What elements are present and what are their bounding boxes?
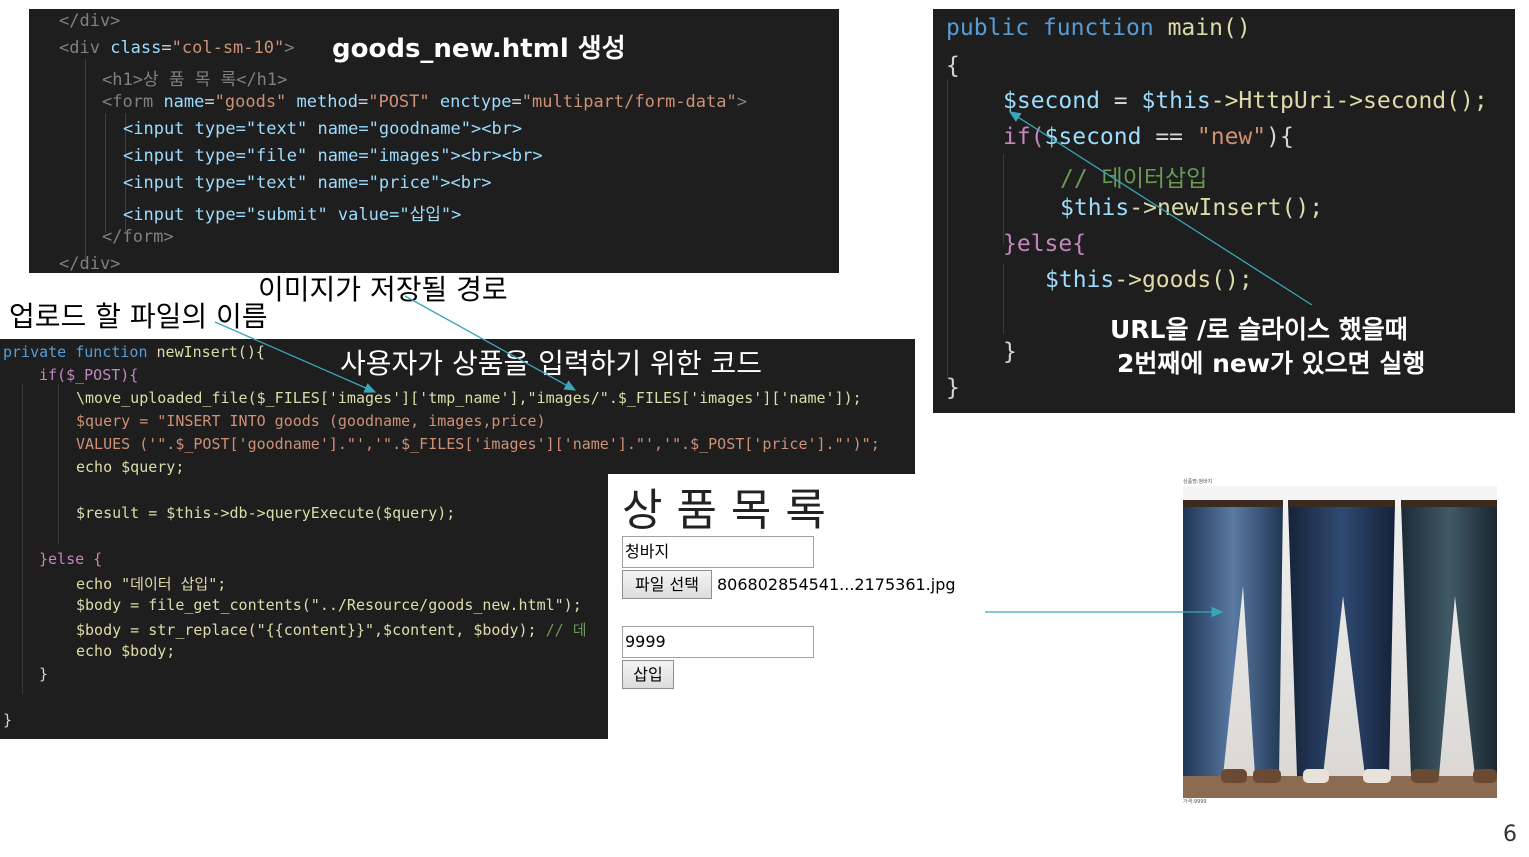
file-select-button[interactable]: 파일 선택 [622, 570, 712, 599]
code-line: </div> [59, 254, 121, 273]
indent-guide [85, 59, 86, 259]
code-token: = [1099, 88, 1142, 114]
main-note-line1: URL을 /로 슬라이스 했을때 [1110, 315, 1408, 344]
selected-file-name: 806802854541...2175361.jpg [717, 575, 956, 594]
form-preview: 상 품 목 록 청바지 파일 선택 806802854541...2175361… [608, 474, 956, 704]
code-token: <div [59, 38, 100, 58]
code-token: ->newInsert(); [1129, 195, 1324, 221]
code-token: public function [946, 15, 1154, 41]
code-line: <input type="file" name="images"><br><br… [123, 146, 543, 166]
submit-button[interactable]: 삽입 [622, 660, 674, 689]
code-line: if($_POST){ [39, 366, 139, 384]
code-line: VALUES ('".$_POST['goodname']."','".$_FI… [76, 435, 880, 453]
code-line: private function newInsert(){ [3, 343, 265, 361]
code-token: == [1141, 124, 1197, 150]
indent-guide [105, 113, 106, 233]
code-line: $this->newInsert(); [1060, 195, 1323, 221]
code-line: <h1>상 품 목 록</h1> [102, 70, 288, 90]
code-token: $this [1141, 88, 1211, 114]
indent-guide [58, 384, 59, 544]
code-token: if( [1003, 124, 1045, 150]
code-token: name [163, 92, 205, 112]
code-token: $this [1060, 195, 1130, 221]
code-line: public function main() [946, 15, 1251, 41]
annotation-image-path: 이미지가 저장될 경로 [258, 273, 508, 306]
code-token: ){ [1266, 124, 1294, 150]
annotation-user-input-code: 사용자가 상품을 입력하기 위한 코드 [340, 347, 763, 380]
code-token: $second [1044, 124, 1142, 150]
price-input[interactable]: 9999 [622, 626, 814, 658]
code-line: <input type="submit" value="삽입"> [123, 205, 462, 225]
code-line: } [39, 665, 49, 683]
code-token: class [110, 38, 162, 58]
code-comment: // 데 [536, 621, 587, 639]
code-line: echo "데이터 삽입"; [76, 575, 227, 593]
page-number: 6 [1503, 822, 1517, 847]
code-token: "POST" [368, 92, 430, 112]
code-line: $body = file_get_contents("../Resource/g… [76, 596, 582, 614]
code-token: $second [1003, 88, 1100, 114]
code-line: } [946, 375, 960, 401]
code-line: }else{ [1003, 231, 1087, 257]
indent-guide [1003, 264, 1004, 334]
indent-guide [947, 79, 948, 379]
code-token: "col-sm-10" [171, 38, 285, 58]
product-caption-bottom: 가격:9999 [1183, 799, 1207, 805]
code-token: "goods" [214, 92, 287, 112]
code-token: ->HttpUri->second(); [1210, 88, 1488, 114]
indent-guide [22, 384, 23, 694]
product-caption-top: 상품명:청바지 [1183, 479, 1213, 485]
panel-title-overlay: goods_new.html 생성 [332, 34, 626, 64]
code-token: <form [102, 92, 154, 112]
code-line: \move_uploaded_file($_FILES['images']['t… [76, 389, 862, 407]
code-line: </form> [102, 227, 174, 247]
code-line: { [946, 53, 960, 79]
code-line: <input type="text" name="goodname"><br> [123, 119, 523, 139]
code-token: main() [1167, 15, 1251, 41]
code-line: } [1003, 339, 1017, 365]
code-line: if($second == "new"){ [1003, 124, 1294, 150]
code-token: enctype [439, 92, 512, 112]
main-note-line2: 2번째에 new가 있으면 실행 [1117, 349, 1426, 378]
code-line: $result = $this->db->queryExecute($query… [76, 504, 456, 522]
code-token: $this [1045, 267, 1115, 293]
code-line: $body = str_replace("{{content}}",$conte… [76, 619, 587, 640]
code-comment: // 데이터삽입 [1060, 166, 1208, 192]
goodname-input[interactable]: 청바지 [622, 536, 814, 568]
code-line: <form name="goods" method="POST" enctype… [102, 92, 747, 112]
code-line: echo $query; [76, 458, 185, 476]
code-line: $second = $this->HttpUri->second(); [1003, 88, 1488, 114]
code-line: <div class="col-sm-10"> [59, 38, 295, 58]
code-token: "new" [1196, 124, 1267, 150]
code-line: $this->goods(); [1045, 267, 1253, 293]
code-line: </div> [59, 11, 121, 31]
code-token: $body = str_replace("{{content}}",$conte… [76, 621, 537, 639]
code-token: private function [3, 343, 148, 361]
code-token: "multipart/form-data" [521, 92, 737, 112]
jeans-product-image [1183, 486, 1497, 798]
code-line: } [3, 711, 13, 729]
code-token: newInsert(){ [156, 343, 265, 361]
code-token: ->goods(); [1114, 267, 1253, 293]
code-token: method [296, 92, 358, 112]
code-line: echo $body; [76, 642, 176, 660]
code-line: $query = "INSERT INTO goods (goodname, i… [76, 412, 546, 430]
annotation-upload-name: 업로드 할 파일의 이름 [9, 300, 268, 333]
form-heading: 상 품 목 록 [622, 485, 826, 536]
code-line: <input type="text" name="price"><br> [123, 173, 492, 193]
code-line: }else { [39, 550, 103, 568]
